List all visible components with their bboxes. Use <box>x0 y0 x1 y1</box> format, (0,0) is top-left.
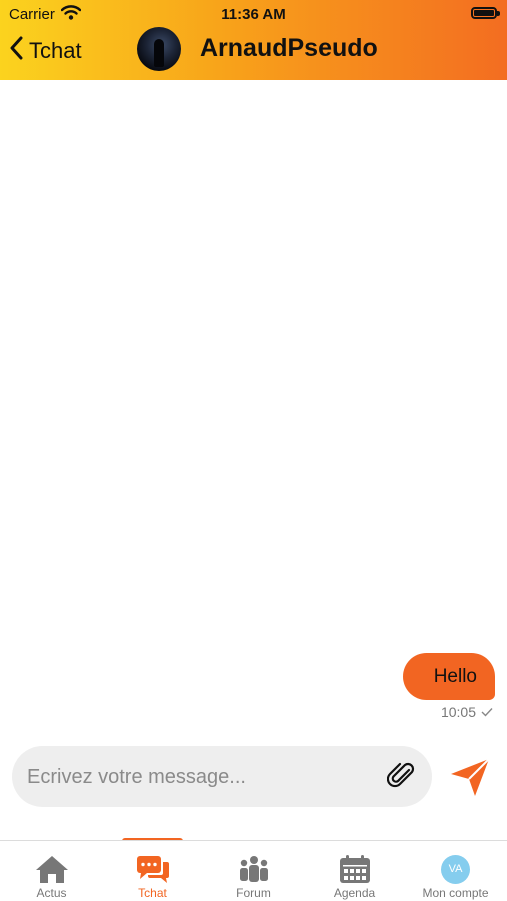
contact-avatar[interactable] <box>137 27 181 71</box>
paperclip-icon[interactable] <box>386 761 417 796</box>
back-button[interactable]: Tchat <box>9 36 82 65</box>
tab-label: Tchat <box>138 886 167 900</box>
outgoing-message-bubble[interactable]: Hello <box>402 653 495 700</box>
tab-bar: Actus Tchat Forum Agenda VA Mon compte <box>0 840 507 901</box>
send-icon[interactable] <box>448 755 492 804</box>
tab-label: Agenda <box>333 886 376 900</box>
tab-label: Forum <box>236 886 271 900</box>
tab-actus[interactable]: Actus <box>1 841 102 901</box>
tab-agenda[interactable]: Agenda <box>304 841 405 901</box>
calendar-icon <box>304 853 405 885</box>
message-input[interactable]: Ecrivez votre message... <box>27 766 246 789</box>
tab-tchat[interactable]: Tchat <box>102 841 203 901</box>
message-list[interactable]: Hello 10:05 <box>0 80 507 725</box>
account-avatar: VA <box>441 854 470 884</box>
chevron-left-icon <box>9 36 23 65</box>
back-label: Tchat <box>29 37 82 63</box>
message-time: 10:05 <box>440 704 476 720</box>
contact-name[interactable]: ArnaudPseudo <box>200 34 378 63</box>
check-icon <box>481 704 493 720</box>
home-icon <box>1 853 102 885</box>
status-time: 11:36 AM <box>221 6 286 23</box>
tab-label: Mon compte <box>422 886 489 900</box>
status-bar: Carrier 11:36 AM <box>0 0 507 28</box>
navigation-header: Carrier 11:36 AM Tchat ArnaudPseudo <box>0 0 507 80</box>
tab-forum[interactable]: Forum <box>203 841 304 901</box>
account-icon-wrapper: VA <box>405 853 506 885</box>
message-composer[interactable]: Ecrivez votre message... <box>12 746 432 807</box>
message-meta: 10:05 <box>441 704 493 720</box>
chat-icon <box>102 853 203 885</box>
group-icon <box>203 853 304 885</box>
battery-icon <box>471 7 500 19</box>
tab-mon-compte[interactable]: VA Mon compte <box>405 841 506 901</box>
tab-label: Actus <box>36 886 67 900</box>
message-text: Hello <box>433 665 477 687</box>
